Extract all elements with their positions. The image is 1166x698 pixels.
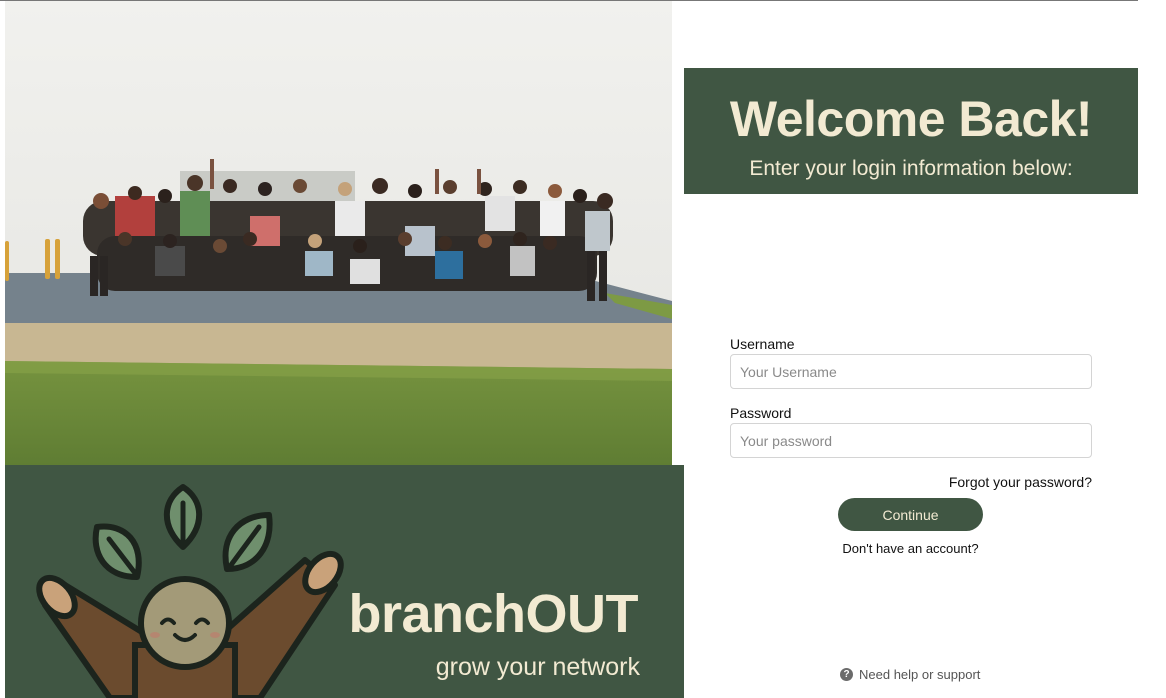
password-input[interactable] — [730, 423, 1092, 458]
hero-column: branchOUT grow your network — [5, 1, 684, 698]
password-label: Password — [730, 405, 792, 421]
help-support-label: Need help or support — [859, 667, 981, 682]
username-input[interactable] — [730, 354, 1092, 389]
help-support-link[interactable]: ? Need help or support — [840, 667, 980, 682]
group-photo — [5, 1, 672, 465]
brand-tagline: grow your network — [435, 653, 640, 681]
continue-button[interactable]: Continue — [838, 498, 983, 531]
welcome-title: Welcome Back! — [729, 91, 1093, 147]
question-circle-icon: ? — [840, 668, 853, 681]
welcome-banner: Welcome Back! Enter your login informati… — [684, 68, 1138, 194]
welcome-subtitle: Enter your login information below: — [749, 157, 1073, 180]
brand-panel: branchOUT grow your network — [5, 465, 684, 698]
tree-mascot-icon — [36, 484, 344, 698]
username-label: Username — [730, 336, 795, 352]
signup-link[interactable]: Don't have an account? — [838, 541, 983, 556]
brand-name: branchOUT — [348, 584, 638, 644]
forgot-password-link[interactable]: Forgot your password? — [949, 474, 1092, 490]
